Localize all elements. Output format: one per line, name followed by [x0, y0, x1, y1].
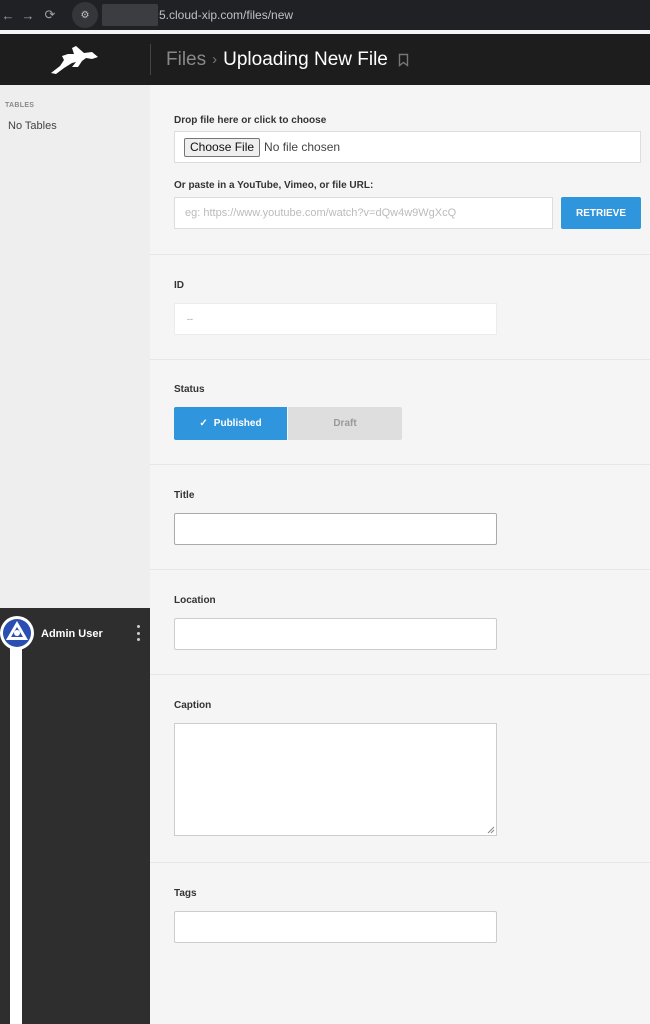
reload-icon[interactable]: ⟳ [40, 5, 60, 25]
sidebar: TABLES No Tables [0, 85, 150, 608]
sidebar-heading: TABLES [5, 102, 35, 109]
location-label: Location [174, 595, 216, 606]
file-dropzone[interactable]: Choose File No file chosen [174, 131, 641, 163]
location-input[interactable] [174, 618, 497, 650]
title-section: Title [150, 465, 650, 570]
retrieve-button[interactable]: RETRIEVE [561, 197, 641, 229]
caption-label: Caption [174, 700, 212, 711]
site-info-icon[interactable]: ⚙ [72, 2, 98, 28]
tags-input[interactable] [174, 911, 497, 943]
upload-section: Drop file here or click to choose Choose… [150, 85, 650, 255]
drop-label: Drop file here or click to choose [174, 115, 327, 126]
caption-textarea[interactable] [174, 723, 497, 836]
app-header: Files › Uploading New File [0, 34, 650, 85]
tags-section: Tags [150, 863, 650, 1024]
breadcrumb-files-link[interactable]: Files [166, 49, 206, 71]
file-form: Drop file here or click to choose Choose… [150, 85, 650, 1024]
forward-icon[interactable]: → [18, 5, 38, 25]
choose-file-button[interactable]: Choose File [184, 137, 261, 157]
check-icon: ✓ [199, 418, 208, 429]
id-value: -- [174, 303, 497, 335]
url-redacted [102, 4, 158, 26]
status-label: Status [174, 384, 205, 395]
status-draft-button[interactable]: Draft [288, 407, 402, 440]
sidebar-empty-text: No Tables [8, 120, 57, 132]
status-section: Status ✓ Published Draft [150, 360, 650, 465]
bookmark-icon[interactable] [398, 53, 409, 67]
breadcrumb-chevron-icon: › [212, 51, 218, 68]
status-published-label: Published [213, 418, 262, 429]
title-label: Title [174, 490, 195, 501]
back-icon[interactable]: ← [0, 5, 16, 25]
breadcrumb: Files › Uploading New File [166, 34, 409, 85]
avatar[interactable] [0, 616, 34, 650]
rabbit-logo-icon [51, 45, 98, 74]
page-title: Uploading New File [223, 48, 388, 70]
title-input[interactable] [174, 513, 497, 545]
avatar-icon [1, 617, 33, 649]
id-label: ID [174, 280, 184, 291]
more-options-icon[interactable] [133, 625, 143, 641]
logo[interactable] [0, 34, 150, 85]
status-draft-label: Draft [333, 418, 357, 429]
file-chosen-text: No file chosen [264, 140, 341, 154]
header-divider [150, 44, 151, 75]
paste-url-label: Or paste in a YouTube, Vimeo, or file UR… [174, 180, 374, 191]
resize-handle-icon[interactable] [487, 826, 495, 834]
id-section: ID -- [150, 255, 650, 360]
tags-label: Tags [174, 888, 197, 899]
status-published-button[interactable]: ✓ Published [174, 407, 287, 440]
user-panel: Admin User [0, 608, 150, 1024]
caption-section: Caption [150, 675, 650, 863]
location-section: Location [150, 570, 650, 675]
address-bar-url[interactable]: 5.cloud-xip.com/files/new [159, 8, 293, 22]
browser-toolbar: ← → ⟳ ⚙ 5.cloud-xip.com/files/new [0, 0, 650, 30]
user-name[interactable]: Admin User [41, 628, 103, 640]
url-input[interactable] [174, 197, 553, 229]
avatar-stripe [10, 648, 22, 1024]
